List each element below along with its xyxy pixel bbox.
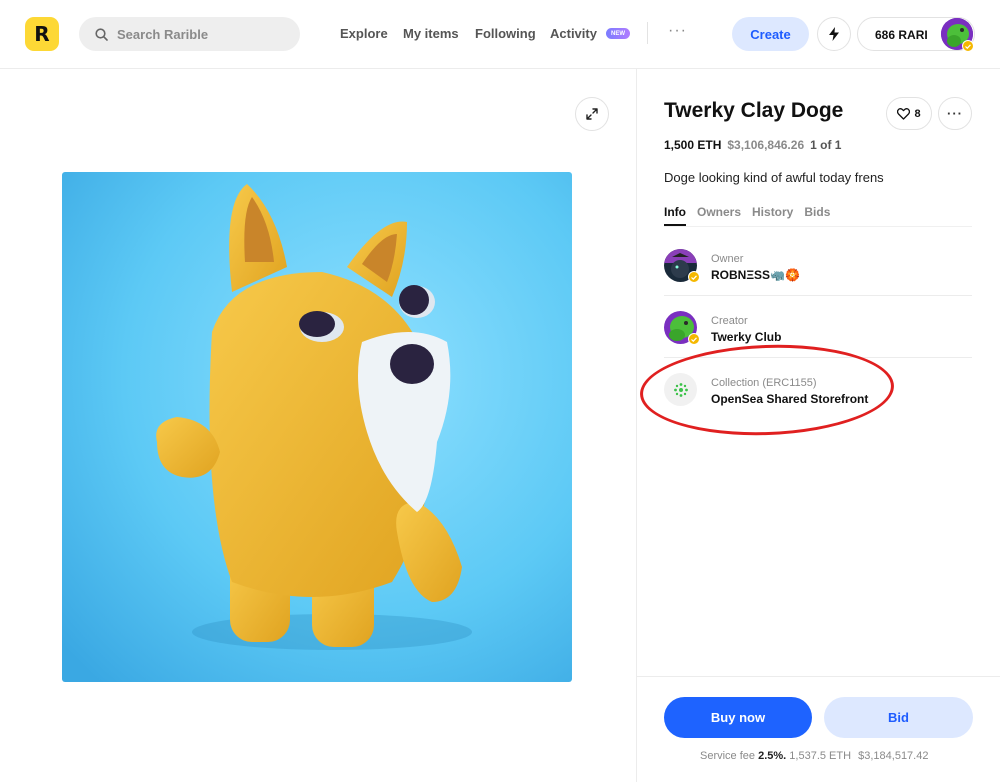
more-icon: ···: [947, 106, 963, 121]
row-divider: [664, 295, 972, 296]
expand-icon: [586, 108, 598, 120]
price-row: 1,500 ETH $3,106,846.26 1 of 1: [664, 138, 841, 152]
bottom-divider: [637, 676, 1000, 677]
nav-following[interactable]: Following: [475, 26, 536, 41]
rarible-logo[interactable]: R: [25, 17, 59, 51]
nav-my-items[interactable]: My items: [403, 26, 459, 41]
item-menu-button[interactable]: ···: [938, 97, 972, 130]
search-placeholder: Search Rarible: [117, 26, 209, 42]
owner-name[interactable]: ROBNΞSS🦏🏵️: [711, 268, 800, 282]
creator-verified-icon: [688, 333, 700, 345]
price-eth: 1,500 ETH: [664, 138, 722, 152]
tab-owners[interactable]: Owners: [697, 205, 741, 226]
tabs-underline: [664, 226, 972, 227]
bid-button[interactable]: Bid: [824, 697, 973, 738]
owner-label: Owner: [711, 253, 744, 265]
fee-percent: 2.5%.: [758, 750, 787, 762]
search-input[interactable]: Search Rarible: [79, 17, 300, 51]
rari-balance: 686 RARI: [875, 28, 928, 42]
item-description: Doge looking kind of awful today frens: [664, 170, 884, 185]
fee-prefix: Service fee: [700, 750, 756, 762]
owner-verified-icon: [688, 271, 700, 283]
owner-row[interactable]: Owner ROBNΞSS🦏🏵️: [664, 249, 972, 309]
tab-info[interactable]: Info: [664, 205, 686, 226]
logo-letter: R: [34, 22, 50, 46]
fullscreen-button[interactable]: [575, 97, 609, 131]
detail-tabs: Info Owners History Bids: [664, 205, 830, 226]
new-badge: NEW: [606, 28, 630, 39]
top-header: R Search Rarible Explore My items Follow…: [0, 0, 1000, 69]
price-usd: $3,106,846.26: [727, 138, 805, 152]
tab-history[interactable]: History: [752, 205, 793, 226]
lightning-icon: [829, 27, 839, 41]
creator-label: Creator: [711, 315, 748, 327]
like-count: 8: [914, 107, 921, 120]
item-title: Twerky Clay Doge: [664, 99, 844, 122]
nav-divider: [647, 22, 648, 44]
nav-explore[interactable]: Explore: [340, 26, 388, 41]
search-icon: [95, 27, 108, 41]
lightning-button[interactable]: [817, 17, 851, 51]
nft-artwork[interactable]: [62, 172, 572, 682]
service-fee-info: Service fee 2.5%. 1,537.5 ETH $3,184,517…: [700, 750, 928, 762]
heart-icon: [897, 107, 911, 120]
tab-bids[interactable]: Bids: [804, 205, 830, 226]
edition-count: 1 of 1: [810, 138, 842, 152]
verified-icon: [962, 40, 974, 52]
like-button[interactable]: 8: [886, 97, 932, 130]
create-button[interactable]: Create: [732, 17, 809, 51]
creator-name[interactable]: Twerky Club: [711, 330, 781, 344]
fee-total-eth: 1,537.5 ETH: [789, 750, 852, 762]
fee-total-usd: $3,184,517.42: [858, 750, 929, 762]
buy-now-button[interactable]: Buy now: [664, 697, 812, 738]
nav-activity[interactable]: Activity: [550, 26, 597, 41]
wallet-button[interactable]: 686 RARI: [857, 17, 975, 52]
more-menu-icon[interactable]: ···: [668, 22, 687, 40]
